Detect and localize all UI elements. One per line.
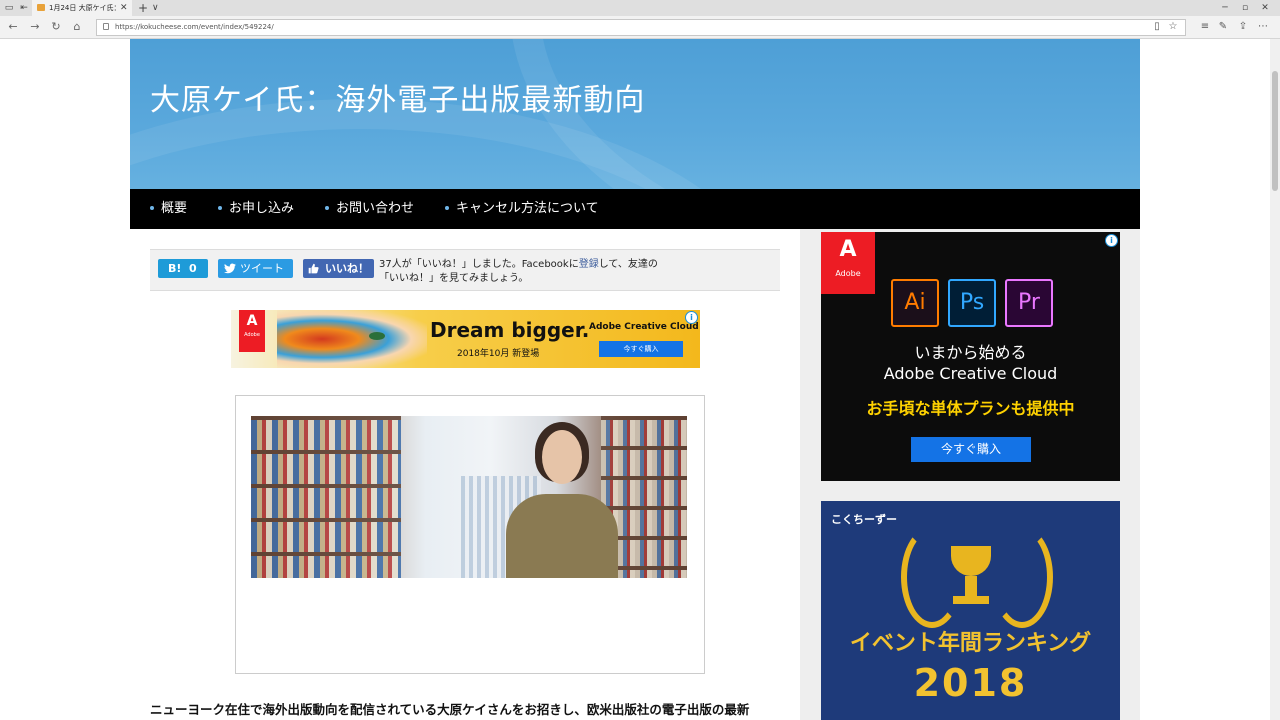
banner-date: 2018年10月 新登場: [457, 349, 540, 359]
site-container: 大原ケイ氏：海外電子出版最新動向 概要 お申し込み お問い合わせ キャンセル方法…: [130, 39, 1140, 720]
menu-item-label: キャンセル方法について: [456, 201, 599, 216]
bullet-icon: [218, 205, 222, 210]
laurel-right-icon: [991, 526, 1053, 628]
ad-info-icon[interactable]: i: [1105, 234, 1118, 247]
url-text: https://kokucheese.com/event/index/54922…: [115, 23, 274, 31]
tweet-label: ツイート: [240, 262, 284, 275]
menu-item-label: 概要: [161, 201, 188, 216]
event-photo-frame: [235, 395, 705, 674]
banner-buy-button[interactable]: 今すぐ購入: [599, 341, 683, 357]
premiere-icon: Pr: [1005, 279, 1053, 327]
ranking-banner[interactable]: こくちーずー イベント年間ランキング 2018: [821, 501, 1120, 720]
folder-icon: [37, 4, 45, 11]
adobe-banner-ad[interactable]: A Adobe Dream bigger. 2018年10月 新登場 Adobe …: [231, 310, 700, 368]
minimize-button[interactable]: ─: [1218, 1, 1232, 15]
fb-like-label: いいね！: [325, 262, 369, 275]
tab-preview-icon[interactable]: ▭: [2, 2, 16, 14]
thumbs-up-icon: [308, 263, 319, 274]
ad-line-1: いまから始める: [914, 343, 1027, 362]
trophy-stem: [965, 576, 977, 596]
page-viewport: 大原ケイ氏：海外電子出版最新動向 概要 お申し込み お問い合わせ キャンセル方法…: [0, 39, 1270, 720]
tab-title: 1月24日 大原ケイ氏：海: [49, 4, 119, 12]
adobe-sidebar-ad[interactable]: A Adobe Ai Ps Pr いまから始める Adobe Creative C…: [821, 232, 1120, 481]
new-tab-button[interactable]: +: [138, 1, 148, 15]
speaker-face: [542, 430, 582, 484]
parrot-artwork-image: [277, 310, 427, 368]
ad-line-3: お手頃な単体プランも提供中: [866, 399, 1075, 418]
hub-icon[interactable]: ≡: [1198, 20, 1212, 34]
speaker-photo: [251, 416, 687, 578]
hatena-bookmark-button[interactable]: B! 0: [158, 259, 208, 278]
twitter-bird-icon: [224, 263, 236, 274]
page-scrollbar[interactable]: [1270, 39, 1280, 720]
menu-item-overview[interactable]: 概要: [150, 201, 187, 217]
menu-item-contact[interactable]: お問い合わせ: [325, 201, 414, 217]
ranking-year: 2018: [913, 661, 1028, 705]
facebook-like-button[interactable]: いいね！: [303, 259, 374, 278]
tab-close-icon[interactable]: ✕: [120, 2, 128, 14]
browser-tab-active[interactable]: 1月24日 大原ケイ氏：海 ✕: [32, 0, 132, 16]
trophy-base: [953, 596, 989, 604]
tab-list-chevron-icon[interactable]: ∨: [152, 1, 159, 15]
bullet-icon: [150, 205, 154, 210]
adobe-logo-text: Adobe: [835, 269, 861, 278]
adobe-logo-text: Adobe: [244, 332, 260, 338]
adobe-logo: A Adobe: [239, 310, 265, 352]
lock-icon: [103, 23, 109, 30]
close-window-button[interactable]: ✕: [1258, 1, 1272, 15]
bookshelf-left: [251, 416, 401, 578]
ad-line-2: Adobe Creative Cloud: [883, 364, 1058, 383]
site-header: 大原ケイ氏：海外電子出版最新動向: [130, 39, 1140, 189]
adobe-logo: A Adobe: [821, 232, 875, 294]
banner-product: Adobe Creative Cloud: [589, 322, 699, 332]
facebook-like-text: 37人が「いいね！」しました。Facebookに登録して、友達の「いいね！」を見…: [379, 258, 669, 286]
forward-icon[interactable]: →: [28, 20, 42, 34]
back-icon[interactable]: ←: [6, 20, 20, 34]
event-description: ニューヨーク在住で海外出版動向を配信されている大原ケイさんをお招きし、欧米出版社…: [150, 702, 750, 717]
adobe-a-icon: A: [839, 237, 857, 262]
kokucheese-logo: こくちーずー: [831, 513, 897, 526]
more-icon[interactable]: ⋯: [1256, 20, 1270, 34]
share-icon[interactable]: ⇪: [1236, 20, 1250, 34]
adobe-a-icon: A: [246, 313, 258, 329]
page-title: 大原ケイ氏：海外電子出版最新動向: [150, 83, 646, 118]
tweet-button[interactable]: ツイート: [218, 259, 293, 278]
fb-text-before: 37人が「いいね！」しました。Facebookに: [379, 259, 579, 270]
ranking-title: イベント年間ランキング: [849, 631, 1092, 656]
browser-address-bar: ← → ↻ ⌂ https://kokucheese.com/event/ind…: [0, 16, 1280, 39]
photoshop-icon: Ps: [948, 279, 996, 327]
social-share-bar: B! 0 ツイート いいね！ 37人が「いいね！」しました。Facebookに登…: [150, 249, 780, 291]
hatena-label: B!: [168, 262, 182, 275]
menu-item-apply[interactable]: お申し込み: [218, 201, 294, 217]
hatena-count: 0: [189, 262, 197, 275]
set-tabs-aside-icon[interactable]: ⇤: [17, 2, 31, 14]
menu-item-cancel[interactable]: キャンセル方法について: [445, 201, 599, 217]
scrollbar-thumb[interactable]: [1272, 71, 1278, 191]
url-field[interactable]: https://kokucheese.com/event/index/54922…: [96, 19, 1186, 36]
eye-artwork-image: [369, 332, 385, 340]
laurel-left-icon: [901, 526, 963, 628]
bullet-icon: [325, 205, 329, 210]
browser-tab-bar: ▭ ⇤ 1月24日 大原ケイ氏：海 ✕ + ∨ ─ ▫ ✕: [0, 0, 1280, 16]
maximize-button[interactable]: ▫: [1238, 1, 1252, 15]
ad-info-icon[interactable]: i: [685, 311, 698, 324]
reading-view-icon[interactable]: ▯: [1150, 20, 1164, 34]
bullet-icon: [445, 205, 449, 210]
favorite-star-icon[interactable]: ☆: [1166, 20, 1180, 34]
refresh-icon[interactable]: ↻: [49, 20, 63, 34]
menu-item-label: お申し込み: [229, 201, 295, 216]
main-menu: 概要 お申し込み お問い合わせ キャンセル方法について: [130, 189, 1140, 229]
fb-register-link[interactable]: 登録: [579, 259, 599, 270]
banner-headline: Dream bigger.: [430, 318, 590, 342]
menu-item-label: お問い合わせ: [336, 201, 415, 216]
web-note-icon[interactable]: ✎: [1216, 20, 1230, 34]
home-icon[interactable]: ⌂: [70, 20, 84, 34]
illustrator-icon: Ai: [891, 279, 939, 327]
ad-buy-button[interactable]: 今すぐ購入: [911, 437, 1031, 462]
speaker-jacket: [506, 494, 618, 578]
